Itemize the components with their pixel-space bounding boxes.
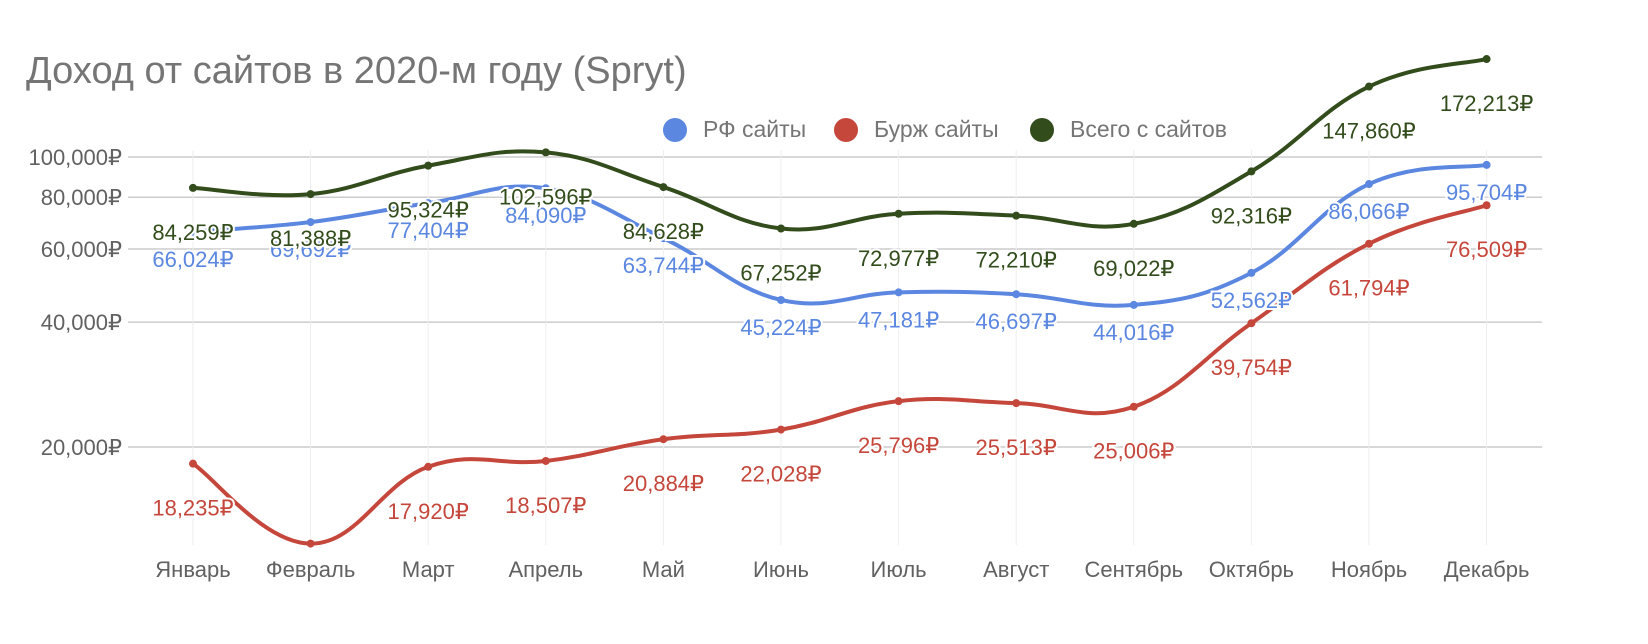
chart-plot: 66,024₽ 69,692₽77,404₽84,090₽63,744₽45,22… [28,55,1542,582]
data-point[interactable] [777,224,785,233]
data-point[interactable] [1482,160,1491,169]
data-point[interactable] [894,288,903,297]
data-point[interactable] [1482,55,1491,64]
data-point[interactable] [424,462,433,471]
data-point[interactable] [189,459,197,468]
data-point[interactable] [894,209,903,218]
data-point[interactable] [777,425,785,434]
data-label: 17,920₽ [388,499,469,524]
x-tick-label: Июнь [753,557,809,582]
data-label: 47,181₽ [858,307,939,332]
x-tick-label: Апрель [508,557,583,582]
data-label: 18,507₽ [505,493,586,518]
data-label: 92,316₽ [1211,203,1292,228]
x-tick-label: Ноябрь [1331,557,1407,582]
data-point[interactable] [894,397,903,406]
data-label: 67,252₽ [740,260,821,285]
data-point[interactable] [1365,180,1373,189]
x-tick-label: Май [642,557,685,582]
data-label: 72,977₽ [858,246,939,271]
data-point[interactable] [1012,399,1021,408]
data-label: 172,213₽ [1440,91,1534,116]
data-label: 52,562₽ [1211,288,1292,313]
data-point[interactable] [1247,167,1256,176]
x-tick-label: Сентябрь [1085,557,1184,582]
y-tick-label: 100,000₽ [28,145,122,170]
x-tick-label: Январь [155,557,230,582]
data-point[interactable] [424,161,433,170]
data-label: 95,704₽ [1446,180,1527,205]
data-point[interactable] [1129,402,1138,411]
data-label: 25,796₽ [858,433,939,458]
data-point[interactable] [1247,319,1256,328]
x-tick-label: Декабрь [1444,557,1530,582]
data-point[interactable] [659,435,668,444]
data-point[interactable] [189,183,197,192]
data-label: 95,324₽ [388,198,469,223]
data-label: 63,744₽ [623,253,704,278]
data-label: 20,884₽ [623,471,704,496]
data-point[interactable] [1365,82,1373,91]
data-point[interactable] [1365,239,1373,248]
y-tick-label: 20,000₽ [41,435,122,460]
data-label: 45,224₽ [740,315,821,340]
data-label: 69,022₽ [1093,256,1174,281]
data-label: 76,509₽ [1446,237,1527,262]
data-label: 46,697₽ [976,309,1057,334]
data-label: 44,016₽ [1093,320,1174,345]
data-point[interactable] [306,539,315,548]
data-label: 86,066₽ [1328,199,1409,224]
data-label: 22,028₽ [740,462,821,487]
data-point[interactable] [1012,211,1021,220]
x-tick-label: Июль [871,557,927,582]
data-point[interactable] [541,456,550,465]
data-point[interactable] [1129,300,1138,309]
x-tick-label: Октябрь [1209,557,1294,582]
x-tick-label: Август [983,557,1049,582]
data-point[interactable] [306,218,315,227]
y-tick-label: 60,000₽ [41,237,122,262]
data-label: 84,628₽ [623,219,704,244]
data-point[interactable] [1247,268,1256,277]
data-label: 81,388₽ [270,226,351,251]
x-tick-label: Февраль [266,557,355,582]
data-label: 102,596₽ [499,184,593,209]
data-label: 18,235₽ [152,496,233,521]
data-point[interactable] [777,295,785,304]
data-point[interactable] [659,183,668,192]
data-label: 84,259₽ [152,220,233,245]
data-label: 25,006₽ [1093,439,1174,464]
data-label: 25,513₽ [976,435,1057,460]
data-label: 39,754₽ [1211,355,1292,380]
y-tick-label: 80,000₽ [41,185,122,210]
data-point[interactable] [1012,290,1021,299]
data-point[interactable] [306,190,315,199]
data-label: 61,794₽ [1328,276,1409,301]
series-line [191,203,1489,546]
data-point[interactable] [1129,219,1138,228]
x-tick-label: Март [402,557,455,582]
data-label: 66,024₽ [152,247,233,272]
data-label: 72,210₽ [976,248,1057,273]
y-tick-label: 40,000₽ [41,310,122,335]
data-point[interactable] [541,148,550,157]
data-label: 147,860₽ [1322,119,1416,144]
